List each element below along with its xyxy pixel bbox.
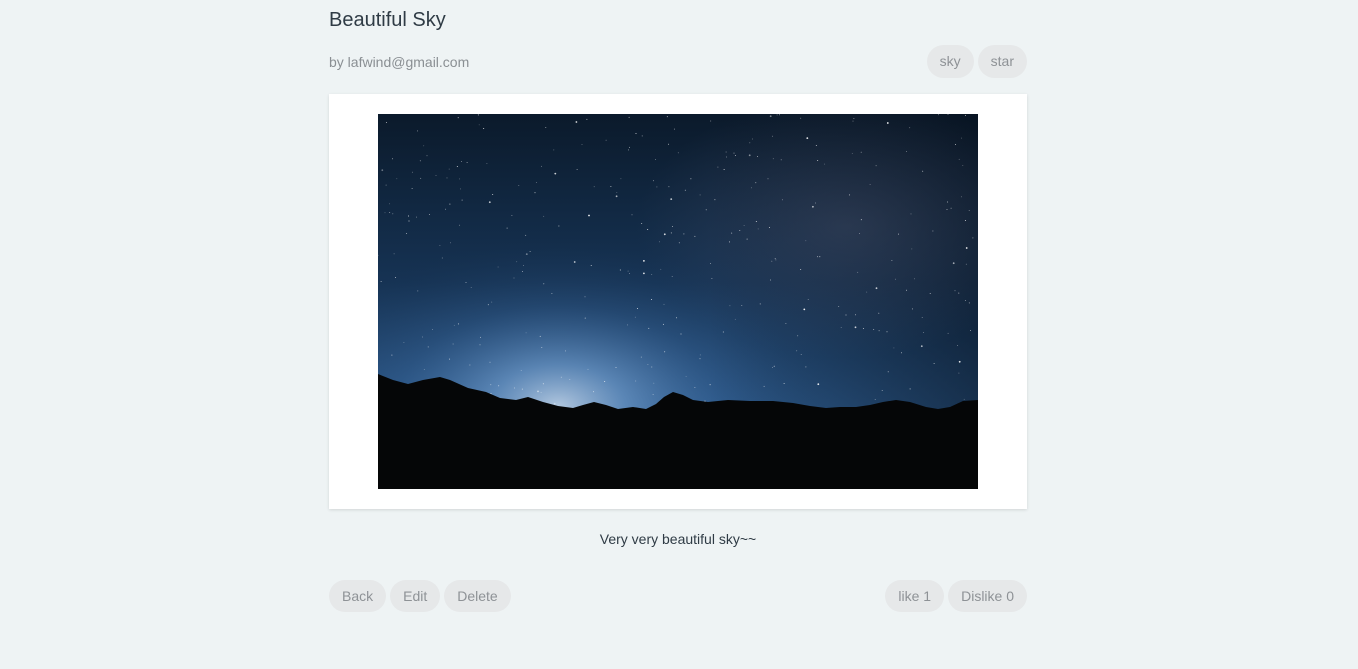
delete-button[interactable]: Delete [444, 580, 511, 612]
tag-sky[interactable]: sky [926, 45, 974, 78]
post-author: by lafwind@gmail.com [329, 54, 470, 70]
back-button[interactable]: Back [329, 580, 387, 612]
action-buttons-left: Back Edit Delete [329, 580, 511, 612]
post-description: Very very beautiful sky~~ [599, 531, 757, 547]
post-title: Beautiful Sky [329, 9, 446, 31]
tag-star[interactable]: star [977, 45, 1027, 78]
image-card [329, 94, 1027, 509]
night-sky-photo [378, 114, 978, 489]
edit-button[interactable]: Edit [390, 580, 441, 612]
tag-list: sky star [926, 45, 1027, 78]
dislike-button[interactable]: Dislike 0 [948, 580, 1027, 612]
action-buttons-right: like 1 Dislike 0 [885, 580, 1027, 612]
like-button[interactable]: like 1 [885, 580, 945, 612]
